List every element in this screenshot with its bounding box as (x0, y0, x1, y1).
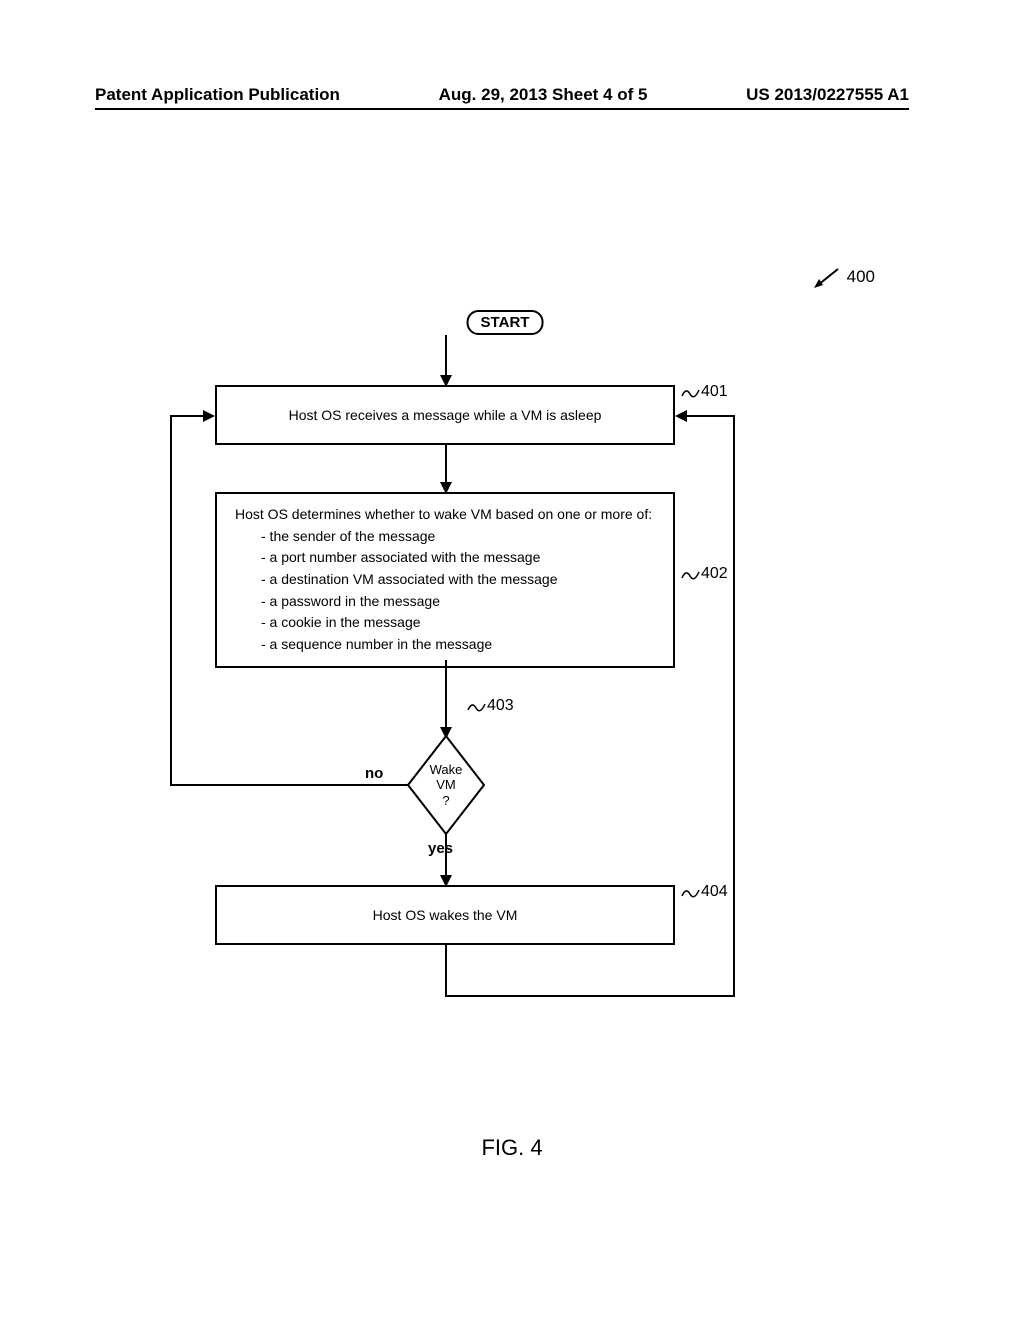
leader-line-icon (681, 884, 701, 900)
connector (170, 415, 172, 786)
flowchart-diagram: 400 START Host OS receives a message whi… (175, 265, 835, 1075)
ref-401-label: 401 (681, 383, 728, 401)
header-right: US 2013/0227555 A1 (746, 85, 909, 105)
leader-line-icon (467, 698, 487, 714)
figure-caption: FIG. 4 (0, 1135, 1024, 1161)
header-center: Aug. 29, 2013 Sheet 4 of 5 (439, 85, 648, 105)
ref-404-label: 404 (681, 883, 728, 901)
ref-arrow-icon (810, 265, 842, 289)
process-box-402: Host OS determines whether to wake VM ba… (215, 492, 675, 668)
ref-402-label: 402 (681, 565, 728, 583)
arrowhead-icon (203, 410, 215, 422)
process-box-404: Host OS wakes the VM (215, 885, 675, 945)
header-left: Patent Application Publication (95, 85, 340, 105)
connector (170, 784, 408, 786)
list-item: - a sequence number in the message (261, 634, 655, 656)
ref-403-label: 403 (467, 697, 514, 715)
connector (733, 415, 735, 997)
list-item: - a destination VM associated with the m… (261, 569, 655, 591)
process-box-401: Host OS receives a message while a VM is… (215, 385, 675, 445)
start-terminator: START (467, 310, 544, 335)
list-item: - the sender of the message (261, 526, 655, 548)
connector (445, 445, 447, 485)
ref-400-label: 400 (810, 265, 875, 289)
leader-line-icon (681, 384, 701, 400)
decision-no-label: no (365, 765, 383, 782)
decision-text: Wake VM ? (407, 735, 485, 835)
list-item: - a port number associated with the mess… (261, 547, 655, 569)
leader-line-icon (681, 566, 701, 582)
connector (445, 945, 447, 995)
decision-yes-label: yes (428, 840, 453, 857)
box-402-list: - the sender of the message - a port num… (235, 526, 655, 656)
header-rule (95, 108, 909, 110)
connector (445, 995, 735, 997)
connector (445, 660, 447, 730)
arrowhead-icon (675, 410, 687, 422)
connector (445, 832, 447, 879)
connector (170, 415, 205, 417)
page-header: Patent Application Publication Aug. 29, … (0, 85, 1024, 105)
connector (445, 335, 447, 377)
connector (685, 415, 735, 417)
decision-diamond: Wake VM ? (407, 735, 485, 835)
list-item: - a cookie in the message (261, 612, 655, 634)
box-402-heading: Host OS determines whether to wake VM ba… (235, 504, 655, 526)
list-item: - a password in the message (261, 591, 655, 613)
